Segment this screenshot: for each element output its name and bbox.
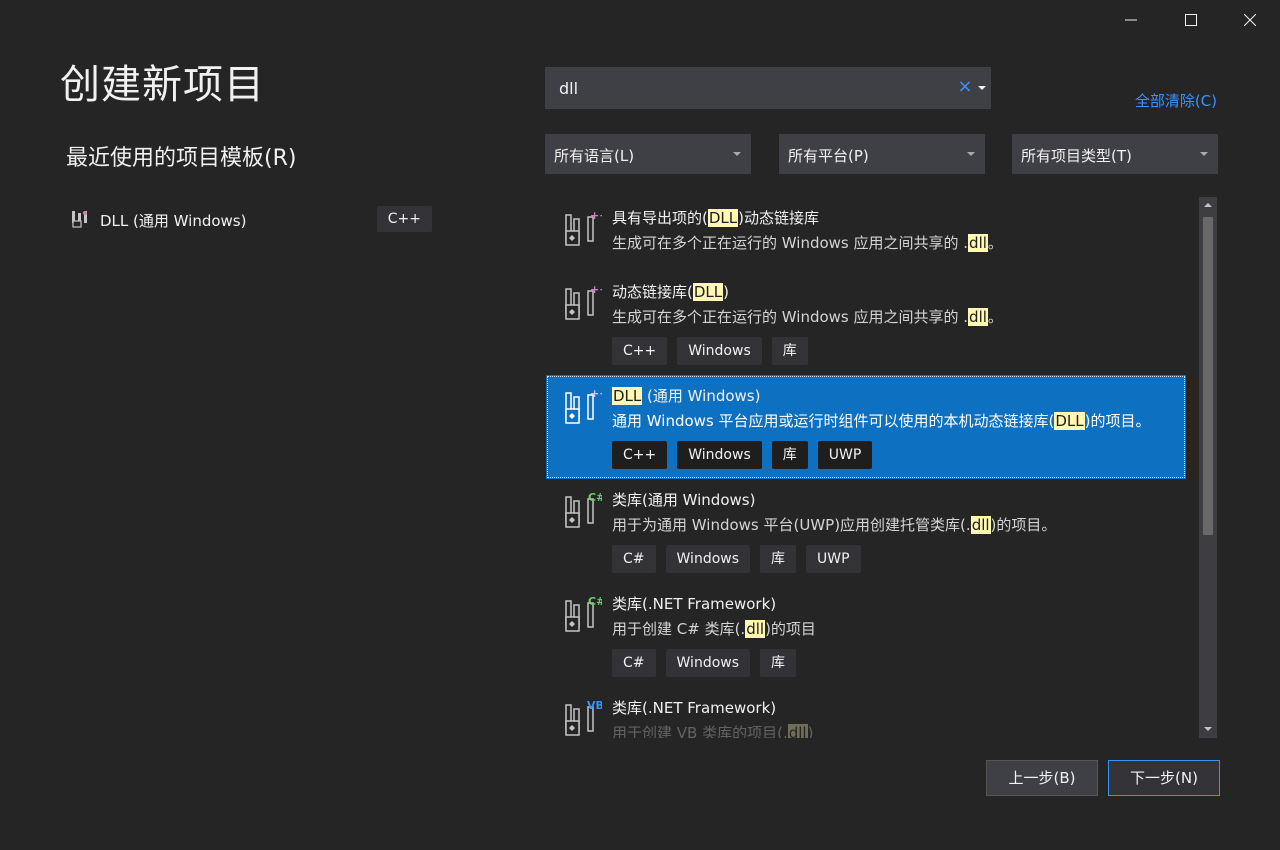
chevron-down-icon — [733, 152, 741, 156]
tag-language: C++ — [612, 441, 668, 469]
template-item-classlib-uwp[interactable]: C# 类库(通用 Windows) 用于为通用 Windows 平台(UWP)应… — [546, 479, 1186, 583]
minimize-icon — [1125, 19, 1137, 21]
cpp-project-icon: ++ — [565, 283, 602, 320]
svg-text:++: ++ — [590, 283, 602, 296]
template-description: 用于为通用 Windows 平台(UWP)应用创建托管类库(.dll)的项目。 — [612, 516, 1057, 534]
template-item-classlib-netfx-vb[interactable]: VB 类库(.NET Framework) 用于创建 VB 类库的项目(.dll… — [546, 687, 1186, 738]
tag-language: C# — [612, 649, 656, 677]
clear-all-link[interactable]: 全部清除(C) — [1135, 90, 1217, 111]
recent-template-item[interactable]: DLL (通用 Windows) C++ — [60, 202, 432, 236]
tag-uwp: UWP — [817, 441, 873, 469]
svg-text:C#: C# — [588, 595, 602, 608]
tag-platform: Windows — [677, 441, 762, 469]
csharp-project-icon: C# — [565, 491, 602, 528]
recent-templates-title: 最近使用的项目模板(R) — [66, 146, 297, 171]
tag-type: 库 — [760, 545, 797, 573]
project-type-filter-label: 所有项目类型(T) — [1021, 147, 1132, 165]
svg-text:++: ++ — [590, 387, 602, 400]
tag-platform: Windows — [665, 649, 751, 677]
template-name: 类库(.NET Framework) — [612, 595, 777, 613]
clear-search-icon[interactable]: × — [957, 77, 973, 97]
maximize-icon — [1185, 14, 1197, 26]
template-tags: C++ Windows 库 — [612, 337, 808, 365]
chevron-down-icon — [1200, 152, 1208, 156]
template-tags: C# Windows 库 UWP — [612, 545, 861, 573]
maximize-button[interactable] — [1161, 0, 1221, 40]
template-name: DLL (通用 Windows) — [612, 387, 761, 405]
language-filter-dropdown[interactable]: 所有语言(L) — [545, 134, 751, 174]
template-name: 类库(通用 Windows) — [612, 491, 756, 509]
template-name: 类库(.NET Framework) — [612, 699, 777, 717]
project-type-filter-dropdown[interactable]: 所有项目类型(T) — [1012, 134, 1218, 174]
tag-language: C# — [612, 545, 656, 573]
template-tags: C# Windows 库 — [612, 649, 797, 677]
language-filter-label: 所有语言(L) — [554, 147, 635, 165]
vb-project-icon: VB — [565, 699, 602, 736]
close-icon — [1244, 14, 1256, 26]
template-description: 生成可在多个正在运行的 Windows 应用之间共享的 .dll。 — [612, 308, 1003, 326]
template-name: 动态链接库(DLL) — [612, 283, 729, 301]
template-item-classlib-netfx-cs[interactable]: C# 类库(.NET Framework) 用于创建 C# 类库(.dll)的项… — [546, 583, 1186, 687]
recent-template-tag: C++ — [376, 206, 432, 232]
template-list: ++ 具有导出项的(DLL)动态链接库 生成可在多个正在运行的 Windows … — [545, 195, 1187, 738]
template-description: 用于创建 C# 类库(.dll)的项目 — [612, 620, 816, 638]
tag-type: 库 — [771, 337, 808, 365]
svg-text:C#: C# — [588, 491, 602, 504]
tag-platform: Windows — [665, 545, 751, 573]
svg-text:VB: VB — [587, 699, 602, 712]
template-item-dll[interactable]: ++ 动态链接库(DLL) 生成可在多个正在运行的 Windows 应用之间共享… — [546, 271, 1186, 375]
platform-filter-label: 所有平台(P) — [788, 147, 869, 165]
template-name: 具有导出项的(DLL)动态链接库 — [612, 209, 819, 227]
platform-filter-dropdown[interactable]: 所有平台(P) — [779, 134, 985, 174]
template-item-exported-dll[interactable]: ++ 具有导出项的(DLL)动态链接库 生成可在多个正在运行的 Windows … — [546, 197, 1186, 273]
cpp-project-icon: ++ — [565, 209, 602, 246]
tag-type: 库 — [771, 441, 808, 469]
scroll-up-icon[interactable] — [1204, 202, 1212, 208]
dll-project-icon — [72, 211, 87, 228]
minimize-button[interactable] — [1101, 0, 1161, 40]
back-button[interactable]: 上一步(B) — [986, 760, 1098, 796]
recent-template-label: DLL (通用 Windows) — [100, 212, 247, 230]
template-item-dll-uwp[interactable]: ++ DLL (通用 Windows) 通用 Windows 平台应用或运行时组… — [546, 375, 1186, 479]
cpp-project-icon: ++ — [565, 387, 602, 424]
search-input[interactable] — [559, 78, 939, 98]
chevron-down-icon — [967, 152, 975, 156]
chevron-down-icon[interactable] — [977, 80, 987, 96]
svg-text:++: ++ — [590, 209, 602, 222]
tag-platform: Windows — [677, 337, 762, 365]
next-button[interactable]: 下一步(N) — [1108, 760, 1220, 796]
template-list-container: ++ 具有导出项的(DLL)动态链接库 生成可在多个正在运行的 Windows … — [545, 195, 1218, 738]
tag-language: C++ — [612, 337, 668, 365]
tag-uwp: UWP — [806, 545, 861, 573]
template-tags: C++ Windows 库 UWP — [612, 441, 873, 469]
template-description: 通用 Windows 平台应用或运行时组件可以使用的本机动态链接库(DLL)的项… — [612, 412, 1151, 430]
template-description: 用于创建 VB 类库的项目(.dll) — [612, 722, 813, 738]
csharp-project-icon: C# — [565, 595, 602, 632]
template-description: 生成可在多个正在运行的 Windows 应用之间共享的 .dll。 — [612, 234, 1003, 252]
close-button[interactable] — [1220, 0, 1280, 40]
template-list-scrollbar[interactable] — [1199, 197, 1217, 738]
tag-type: 库 — [760, 649, 797, 677]
search-box[interactable]: × — [545, 67, 991, 109]
page-title: 创建新项目 — [60, 62, 265, 108]
scroll-down-icon[interactable] — [1204, 726, 1212, 732]
scrollbar-thumb[interactable] — [1203, 217, 1213, 535]
